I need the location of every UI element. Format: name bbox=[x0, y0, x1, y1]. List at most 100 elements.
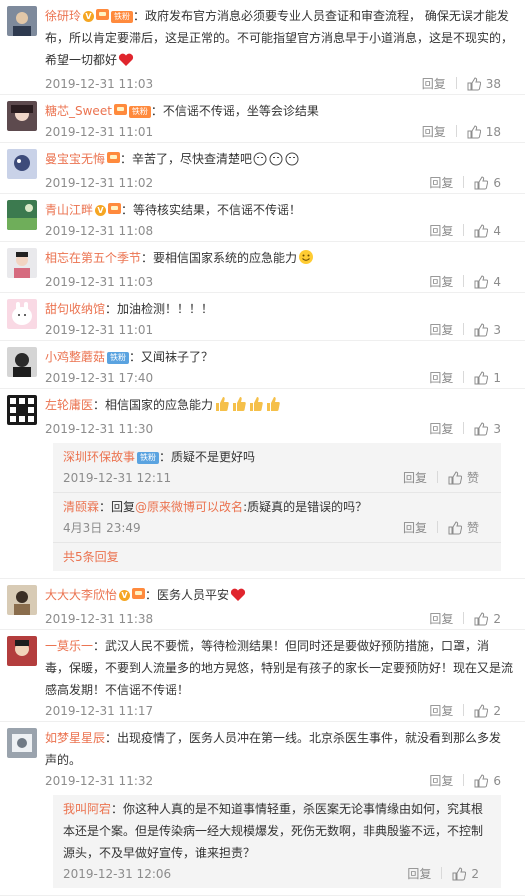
avatar[interactable] bbox=[7, 395, 37, 425]
reply-button[interactable]: 回复 bbox=[429, 176, 453, 190]
thumbs-up-icon bbox=[474, 224, 489, 238]
like-button[interactable]: 赞 bbox=[448, 521, 479, 535]
username[interactable]: 一莫乐一 bbox=[45, 639, 93, 653]
avatar[interactable] bbox=[7, 728, 37, 758]
avatar[interactable] bbox=[7, 200, 37, 230]
avatar[interactable] bbox=[7, 248, 37, 278]
like-button[interactable]: 2 bbox=[474, 612, 501, 626]
comment-text: 如梦星星辰：出现疫情了，医务人员冲在第一线。北京杀医生事件，就没看到那么多发声的… bbox=[45, 731, 502, 767]
reply-text: 清颐霖：回复@原来微博可以改名:质疑真的是错误的吗？ bbox=[63, 500, 368, 514]
comment-time: 2019-12-31 11:01 bbox=[45, 323, 154, 337]
divider bbox=[436, 521, 438, 533]
like-button[interactable]: 3 bbox=[474, 323, 501, 337]
comment-content: 要相信国家系统的应急能力 bbox=[153, 251, 298, 265]
comment-item: 徐研玲 V 铁粉 ：政府发布官方消息必须要专业人员查证和审查流程， 确保无误才能发布，… bbox=[0, 0, 525, 95]
like-button[interactable]: 38 bbox=[467, 77, 501, 91]
thumbs-up-icon bbox=[467, 77, 481, 91]
reply-button[interactable]: 回复 bbox=[403, 521, 427, 535]
reply-button[interactable]: 回复 bbox=[429, 612, 453, 626]
vip-crown-icon bbox=[132, 588, 146, 599]
avatar[interactable] bbox=[7, 149, 37, 179]
username[interactable]: 甜句收纳馆 bbox=[45, 302, 105, 316]
more-replies-link[interactable]: 共5条回复 bbox=[53, 543, 501, 571]
comment-item: 一莫乐一：武汉人民不要慌，等待检测结果！但同时还是要做好预防措施，口罩，消毒，保… bbox=[0, 630, 525, 722]
username[interactable]: 糖芯_Sweet bbox=[45, 104, 112, 118]
like-button[interactable]: 4 bbox=[474, 224, 501, 238]
username[interactable]: 清颐霖 bbox=[63, 500, 99, 514]
comment-item: 相忘在第五个季节：要相信国家系统的应急能力 2019-12-31 11:03 回… bbox=[0, 242, 525, 293]
divider bbox=[463, 612, 465, 624]
comment-text: 曼宝宝无悔 ：辛苦了，尽快查清楚吧 bbox=[45, 148, 513, 173]
thumbs-up-emoji-icon bbox=[214, 396, 282, 419]
fan-badge: 铁粉 bbox=[111, 11, 134, 23]
comment-time: 2019-12-31 11:08 bbox=[45, 224, 154, 238]
reply-button[interactable]: 回复 bbox=[429, 275, 453, 289]
reply-button[interactable]: 回复 bbox=[429, 371, 453, 385]
avatar[interactable] bbox=[7, 299, 37, 329]
like-button[interactable]: 1 bbox=[474, 371, 501, 385]
comment-text: 一莫乐一：武汉人民不要慌，等待检测结果！但同时还是要做好预防措施，口罩，消毒，保… bbox=[45, 639, 514, 697]
fan-badge: 铁粉 bbox=[128, 106, 151, 118]
username[interactable]: 左轮庸医 bbox=[45, 398, 93, 412]
like-count: 2 bbox=[493, 704, 501, 718]
comment-time: 2019-12-31 11:32 bbox=[45, 774, 154, 788]
comment-item: 如梦星星辰：出现疫情了，医务人员冲在第一线。北京杀医生事件，就没看到那么多发声的… bbox=[0, 722, 525, 896]
thumbs-up-icon bbox=[474, 371, 489, 385]
username[interactable]: 我叫阿宕 bbox=[63, 802, 111, 816]
reply-button[interactable]: 回复 bbox=[429, 422, 453, 436]
comment-text: 小鸡整蘑菇 铁粉 ：又闻袜子了？ bbox=[45, 350, 214, 364]
mention-link[interactable]: @原来微博可以改名 bbox=[135, 500, 243, 514]
like-button[interactable]: 2 bbox=[474, 704, 501, 718]
username[interactable]: 青山江畔 bbox=[45, 203, 93, 217]
like-button[interactable]: 6 bbox=[474, 774, 501, 788]
comment-item: 小鸡整蘑菇 铁粉 ：又闻袜子了？ 2019-12-31 17:40 回复 1 bbox=[0, 341, 525, 389]
like-count: 6 bbox=[493, 774, 501, 788]
reply-button[interactable]: 回复 bbox=[429, 224, 453, 238]
like-button[interactable]: 18 bbox=[467, 125, 501, 139]
avatar[interactable] bbox=[7, 6, 37, 36]
username[interactable]: 小鸡整蘑菇 bbox=[45, 350, 105, 364]
like-button[interactable]: 2 bbox=[452, 867, 479, 881]
username[interactable]: 徐研玲 bbox=[45, 9, 81, 23]
reply-prefix: 回复 bbox=[111, 500, 136, 514]
reply-button[interactable]: 回复 bbox=[407, 867, 431, 881]
like-button[interactable]: 赞 bbox=[448, 471, 479, 485]
reply-button[interactable]: 回复 bbox=[422, 125, 446, 139]
like-button[interactable]: 3 bbox=[474, 422, 501, 436]
avatar[interactable] bbox=[7, 636, 37, 666]
like-count: 2 bbox=[471, 867, 479, 881]
verified-v-icon: V bbox=[119, 590, 131, 601]
verified-v-icon: V bbox=[83, 11, 95, 22]
like-button[interactable]: 6 bbox=[474, 176, 501, 190]
username[interactable]: 曼宝宝无悔 bbox=[45, 152, 105, 166]
like-count: 2 bbox=[493, 612, 501, 626]
reply-button[interactable]: 回复 bbox=[429, 774, 453, 788]
comment-text: 糖芯_Sweet 铁粉 ：不信谣不传谣，坐等会诊结果 bbox=[45, 104, 319, 118]
comment-content: 武汉人民不要慌，等待检测结果！但同时还是要做好预防措施，口罩，消毒，保暖，不要到… bbox=[45, 639, 514, 697]
comment-text: 甜句收纳馆：加油检测！！！！ bbox=[45, 302, 214, 316]
comment-text: 青山江畔 V ：等待核实结果，不信谣不传谣！ bbox=[45, 203, 302, 217]
comment-content: 相信国家的应急能力 bbox=[105, 398, 214, 412]
divider bbox=[463, 371, 465, 383]
reply-list: 我叫阿宕：你这种人真的是不知道事情轻重，杀医案无论事情缘由如何，究其根本还是个案… bbox=[53, 795, 501, 888]
reply-button[interactable]: 回复 bbox=[403, 471, 427, 485]
avatar[interactable] bbox=[7, 101, 37, 131]
reply-time: 2019-12-31 12:06 bbox=[63, 867, 172, 881]
username[interactable]: 深圳环保故事 bbox=[63, 450, 135, 464]
comment-content: 加油检测！！！！ bbox=[117, 302, 214, 316]
username[interactable]: 如梦星星辰 bbox=[45, 731, 105, 745]
like-button[interactable]: 4 bbox=[474, 275, 501, 289]
reply-button[interactable]: 回复 bbox=[422, 77, 446, 91]
username[interactable]: 相忘在第五个季节 bbox=[45, 251, 141, 265]
comment-text: 大大大李欣怡 V ：医务人员平安 bbox=[45, 584, 513, 609]
avatar[interactable] bbox=[7, 347, 37, 377]
like-label: 赞 bbox=[466, 471, 479, 485]
username[interactable]: 大大大李欣怡 bbox=[45, 588, 117, 602]
reply-time: 2019-12-31 12:11 bbox=[63, 471, 172, 485]
comment-text: 相忘在第五个季节：要相信国家系统的应急能力 bbox=[45, 247, 513, 272]
avatar[interactable] bbox=[7, 585, 37, 615]
comment-time: 2019-12-31 11:17 bbox=[45, 704, 154, 718]
reply-button[interactable]: 回复 bbox=[429, 323, 453, 337]
vip-crown-icon bbox=[108, 203, 122, 214]
reply-button[interactable]: 回复 bbox=[429, 704, 453, 718]
